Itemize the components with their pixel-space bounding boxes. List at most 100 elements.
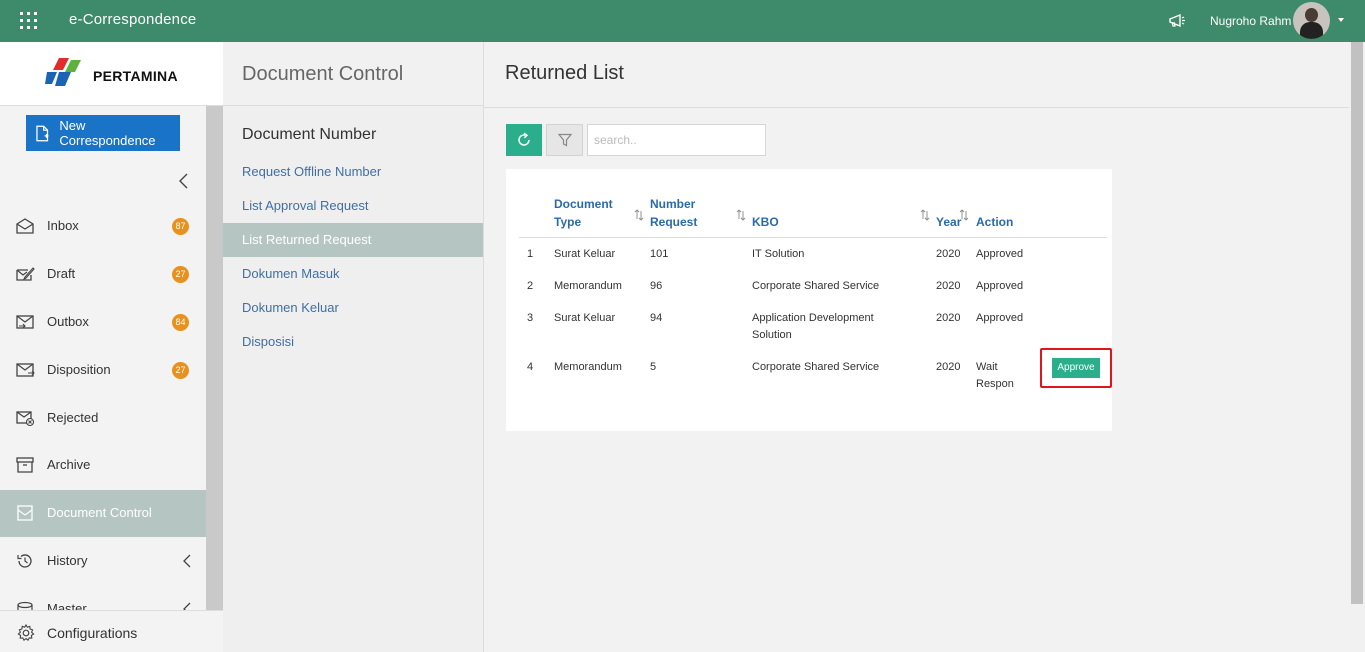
page-scrollbar[interactable] [1349, 42, 1365, 652]
sort-icon[interactable] [736, 209, 746, 221]
sidebar-item-label: History [47, 553, 88, 568]
cell-document-type: Surat Keluar [554, 248, 616, 260]
menu-item-label: List Returned Request [242, 232, 372, 247]
menu-item-label: Disposisi [242, 334, 295, 349]
sidebar-item-outbox[interactable]: Outbox 84 [0, 299, 206, 346]
sidebar: PERTAMINA New Correspondence Inbox 87 Dr… [0, 42, 223, 652]
avatar[interactable] [1293, 2, 1330, 39]
cell-year: 2020 [936, 248, 961, 260]
sidebar-item-label: Outbox [47, 314, 89, 329]
sidebar-item-history[interactable]: History [0, 538, 206, 585]
page-title: Returned List [505, 62, 624, 84]
sidebar-item-rejected[interactable]: Rejected [0, 395, 206, 442]
cell-number: 96 [650, 280, 663, 292]
new-correspondence-label: New Correspondence [59, 118, 156, 148]
sidebar-item-label: Archive [47, 457, 91, 472]
app-title: e-Correspondence [69, 11, 197, 28]
sidebar-item-label: Rejected [47, 410, 99, 425]
sort-icon[interactable] [959, 209, 969, 221]
sidebar-item-draft[interactable]: Draft 27 [0, 251, 206, 298]
sidebar-scrollbar[interactable] [206, 106, 223, 652]
cell-number: 101 [650, 248, 669, 260]
cell-document-type: Surat Keluar [554, 312, 616, 324]
count-badge: 87 [172, 218, 189, 235]
approve-button[interactable]: Approve [1052, 358, 1100, 378]
menu-item-list-returned-request[interactable]: List Returned Request [223, 223, 483, 257]
menu-item-request-offline-number[interactable]: Request Offline Number [223, 155, 483, 189]
inbox-icon [16, 218, 34, 234]
top-bar: e-Correspondence Nugroho Rahm [0, 0, 1365, 42]
megaphone-icon[interactable] [1167, 12, 1187, 30]
cell-status: Approved [976, 312, 1024, 324]
main-content: Returned List DocumentType NumberRequest… [484, 42, 1349, 652]
scrollbar-thumb[interactable] [1351, 42, 1363, 604]
sort-icon[interactable] [634, 209, 644, 221]
configurations-button[interactable]: Configurations [0, 610, 223, 652]
menu-item-label: List Approval Request [242, 198, 369, 213]
document-control-panel: Document Control Document Number Request… [223, 42, 484, 652]
gear-icon [17, 623, 35, 642]
sidebar-item-inbox[interactable]: Inbox 87 [0, 203, 206, 250]
cell-number: 94 [650, 312, 663, 324]
document-control-icon [17, 505, 33, 521]
logo-area: PERTAMINA [0, 42, 223, 106]
caret-down-icon[interactable] [1338, 18, 1344, 22]
new-correspondence-button[interactable]: New Correspondence [26, 115, 180, 151]
sidebar-item-archive[interactable]: Archive [0, 442, 206, 489]
cell-kbo: Corporate Shared Service [752, 280, 880, 292]
header-kbo[interactable]: KBO [752, 213, 779, 231]
sidebar-item-label: Document Control [47, 505, 152, 520]
header-year[interactable]: Year [936, 213, 961, 231]
header-action: Action [976, 215, 1014, 229]
cell-document-type: Memorandum [554, 361, 622, 373]
draft-icon [16, 267, 35, 281]
user-name[interactable]: Nugroho Rahm [1210, 14, 1291, 28]
new-document-icon [36, 125, 49, 141]
cell-status: Approved [976, 248, 1024, 260]
sidebar-item-document-control[interactable]: Document Control [0, 490, 206, 537]
sidebar-item-label: Inbox [47, 218, 79, 233]
refresh-button[interactable] [506, 124, 542, 156]
filter-button[interactable] [546, 124, 583, 156]
sort-icon[interactable] [920, 209, 930, 221]
sidebar-item-label: Draft [47, 266, 76, 281]
outbox-icon [16, 315, 34, 329]
collapse-sidebar-icon[interactable] [176, 173, 192, 189]
menu-item-list-approval-request[interactable]: List Approval Request [223, 189, 483, 223]
configurations-label: Configurations [47, 625, 138, 641]
row-number: 4 [527, 361, 534, 373]
logo-text: PERTAMINA [93, 68, 178, 84]
archive-icon [16, 457, 34, 473]
count-badge: 84 [172, 314, 189, 331]
header-number-request[interactable]: Number Request [650, 195, 697, 231]
cell-status: Wait Respon [976, 361, 1014, 390]
pertamina-logo-icon [45, 58, 81, 86]
section-title: Document Number [242, 126, 377, 143]
cell-year: 2020 [936, 361, 961, 373]
row-number: 1 [527, 248, 534, 260]
disposition-icon [16, 363, 35, 377]
cell-status: Approved [976, 280, 1024, 292]
chevron-left-icon[interactable] [180, 553, 194, 569]
row-number: 3 [527, 312, 534, 324]
refresh-icon [518, 132, 530, 146]
cell-year: 2020 [936, 312, 961, 324]
cell-kbo: IT Solution [752, 248, 805, 260]
cell-year: 2020 [936, 280, 961, 292]
page-header: Returned List [484, 42, 1349, 108]
filter-icon [557, 133, 572, 147]
menu-item-label: Dokumen Keluar [242, 300, 339, 315]
panel-title: Document Control [242, 63, 404, 85]
menu-item-disposisi[interactable]: Disposisi [223, 325, 483, 359]
menu-item-dokumen-masuk[interactable]: Dokumen Masuk [223, 257, 483, 291]
sidebar-item-label: Disposition [47, 362, 111, 377]
count-badge: 27 [172, 362, 189, 379]
apps-grid-icon[interactable] [20, 12, 37, 29]
search-input[interactable] [587, 124, 766, 156]
menu-item-dokumen-keluar[interactable]: Dokumen Keluar [223, 291, 483, 325]
returned-list-table: Document Type Number Request KBO Year Acti… [506, 169, 1112, 431]
header-document-type[interactable]: Document Type [554, 195, 613, 231]
menu-item-label: Dokumen Masuk [242, 266, 340, 281]
cell-kbo: Application Development Solution [752, 312, 874, 341]
sidebar-item-disposition[interactable]: Disposition 27 [0, 347, 206, 394]
